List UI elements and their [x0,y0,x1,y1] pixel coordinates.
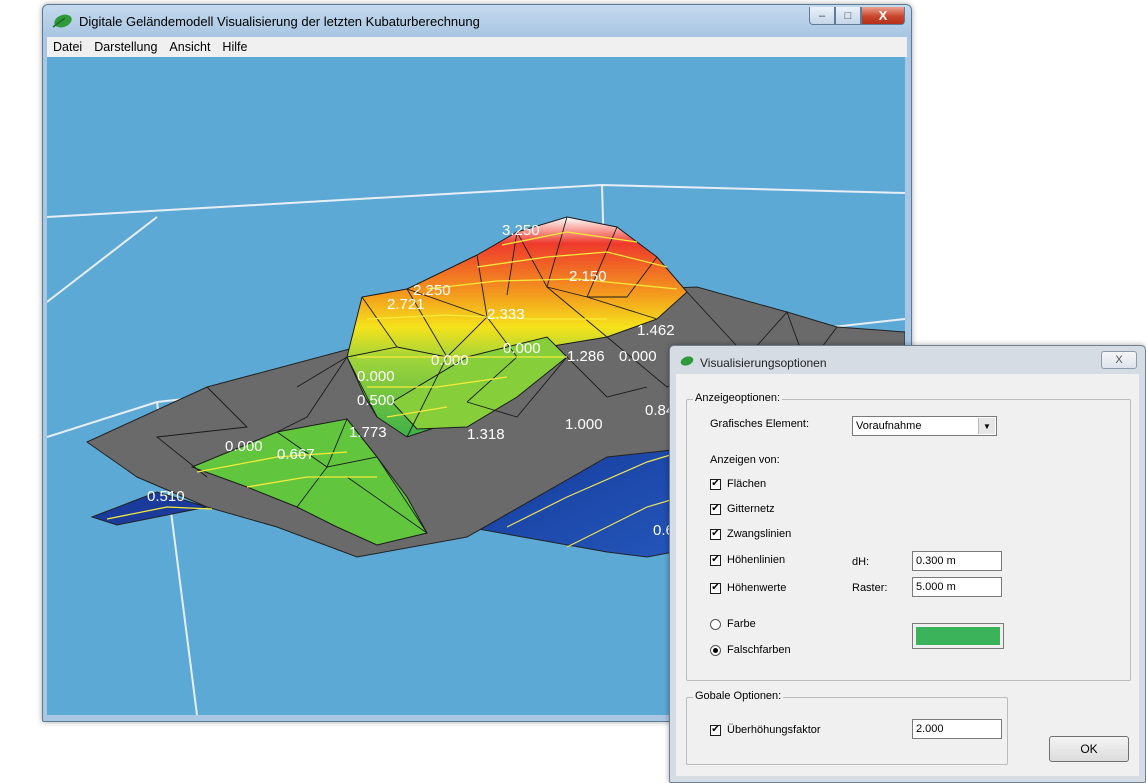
dialog-title-bar[interactable]: Visualisierungsoptionen X [670,346,1145,374]
menu-hilfe[interactable]: Hilfe [216,40,253,54]
graphic-element-value: Voraufnahme [856,420,922,432]
dialog-client: Anzeigeoptionen: Grafisches Element: Vor… [676,374,1139,776]
height-label: 1.000 [565,416,603,433]
raster-input[interactable]: 5.000 m [912,577,1002,597]
checkbox-check-icon[interactable]: ✔ [710,554,721,566]
height-label: 2.150 [569,268,607,285]
show-label: Anzeigen von: [710,454,780,466]
height-label: 1.773 [349,424,387,441]
display-options-group: Anzeigeoptionen: Grafisches Element: Vor… [686,392,1131,681]
checkbox-check-icon[interactable]: ✔ [710,478,721,490]
checkbox-zwangslinien[interactable]: ✔ Zwangslinien [710,528,791,540]
height-label: 3.250 [502,222,540,239]
color-swatch [916,627,1000,645]
menu-ansicht[interactable]: Ansicht [163,40,216,54]
checkbox-label: Gitternetz [727,503,775,515]
checkbox-check-icon[interactable]: ✔ [710,724,721,736]
height-label: 1.462 [637,322,675,339]
height-label: 0.000 [619,348,657,365]
visualization-options-dialog: Visualisierungsoptionen X Anzeigeoptione… [669,345,1146,783]
checkbox-flaechen[interactable]: ✔ Flächen [710,478,766,490]
menu-bar: Datei Darstellung Ansicht Hilfe [47,37,907,57]
checkbox-label: Überhöhungsfaktor [727,724,821,736]
radio-farbe[interactable]: Farbe [710,618,756,630]
radio-label: Falschfarben [727,644,791,656]
group-legend: Anzeigeoptionen: [693,392,783,404]
global-options-group: Gobale Optionen: ✔ Überhöhungsfaktor 2.0… [686,690,1008,765]
dh-label: dH: [852,556,870,568]
checkbox-hoehenlinien[interactable]: ✔ Höhenlinien [710,554,785,566]
app-leaf-icon [52,14,72,28]
radio-falschfarben[interactable]: Falschfarben [710,644,791,656]
checkbox-check-icon[interactable]: ✔ [710,528,721,540]
checkbox-hoehenwerte[interactable]: ✔ Höhenwerte [710,582,786,594]
exaggeration-input[interactable]: 2.000 [912,719,1002,739]
dialog-close-button[interactable]: X [1101,351,1137,369]
height-label: 1.286 [567,348,605,365]
checkbox-label: Höhenwerte [727,582,787,594]
ok-button[interactable]: OK [1049,736,1129,762]
checkbox-label: Höhenlinien [727,554,786,566]
height-label: 0.000 [431,352,469,369]
height-label: 0.500 [357,392,395,409]
checkbox-check-icon[interactable]: ✔ [710,582,721,594]
height-label: 2.721 [387,296,425,313]
maximize-button[interactable]: □ [835,7,861,25]
title-bar[interactable]: Digitale Geländemodell Visualisierung de… [43,5,911,37]
close-button[interactable]: X [861,7,905,25]
checkbox-ueberhoehung[interactable]: ✔ Überhöhungsfaktor [710,724,821,736]
radio-label: Farbe [727,618,756,630]
height-label: 1.318 [467,426,505,443]
caption-buttons: – □ X [809,7,905,25]
menu-darstellung[interactable]: Darstellung [88,40,163,54]
chevron-down-icon[interactable]: ▼ [978,418,995,434]
window-title: Digitale Geländemodell Visualisierung de… [79,14,480,29]
radio-off-icon[interactable] [710,618,721,630]
dialog-title: Visualisierungsoptionen [700,356,827,370]
group-legend: Gobale Optionen: [693,690,784,702]
height-label: 0.000 [503,340,541,357]
raster-label: Raster: [852,582,888,594]
radio-on-icon[interactable] [710,644,721,656]
checkbox-label: Zwangslinien [727,528,792,540]
dh-input[interactable]: 0.300 m [912,551,1002,571]
checkbox-gitternetz[interactable]: ✔ Gitternetz [710,503,775,515]
height-label: 0.000 [357,368,395,385]
checkbox-label: Flächen [727,478,767,490]
app-leaf-icon [680,356,694,366]
menu-datei[interactable]: Datei [47,40,88,54]
height-label: 2.333 [487,306,525,323]
graphic-element-label: Grafisches Element: [710,418,810,430]
height-label: 0.000 [225,438,263,455]
color-picker-button[interactable] [912,623,1004,649]
height-label: 0.510 [147,488,185,505]
graphic-element-select[interactable]: Voraufnahme ▼ [852,416,997,436]
checkbox-check-icon[interactable]: ✔ [710,503,721,515]
minimize-button[interactable]: – [809,7,835,25]
height-label: 0.667 [277,446,315,463]
